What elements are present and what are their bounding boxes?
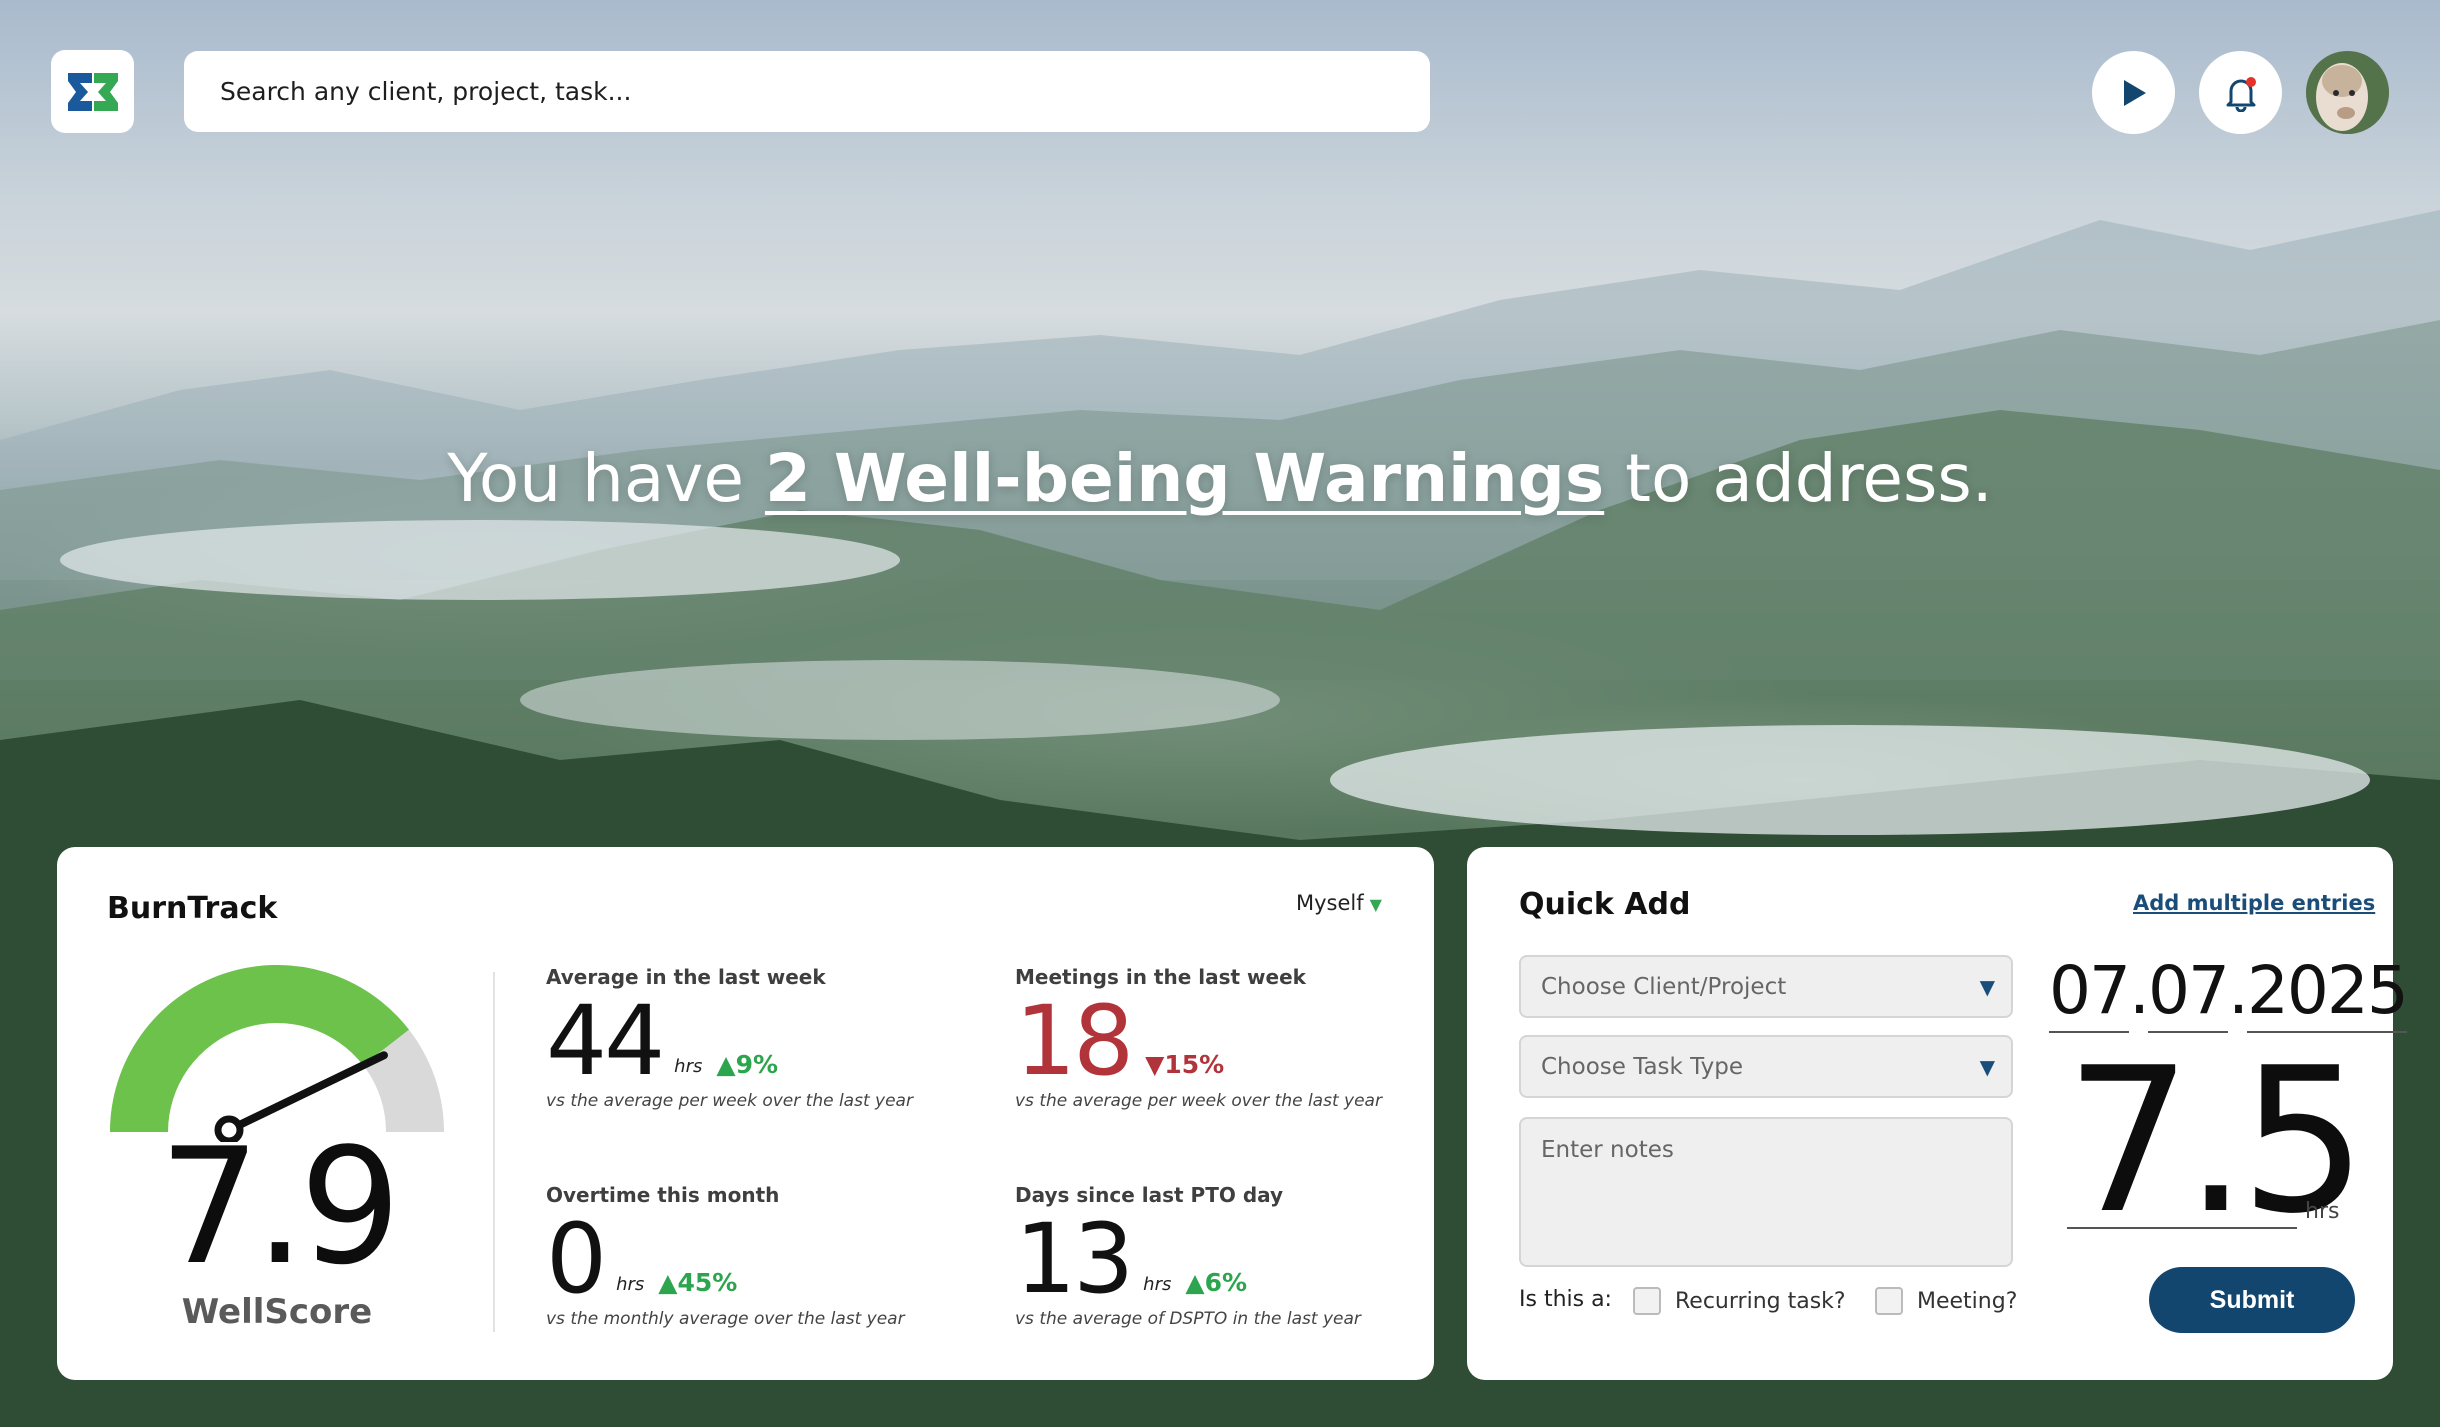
submit-button[interactable]: Submit xyxy=(2149,1267,2355,1333)
down-arrow-icon: ▼ xyxy=(1145,1050,1165,1079)
headline-suffix: to address. xyxy=(1604,440,1993,517)
stat-label: Overtime this month xyxy=(546,1183,780,1207)
stat-delta: ▲6% xyxy=(1185,1268,1247,1297)
user-filter-dropdown[interactable]: Myself ▼ xyxy=(1296,891,1382,915)
stat-value: 44 xyxy=(546,985,665,1097)
up-arrow-icon: ▲ xyxy=(658,1268,678,1297)
stat-delta-value: 9% xyxy=(735,1050,779,1079)
date-year[interactable]: 2025 xyxy=(2246,952,2409,1033)
stat-average-week: Average in the last week 44 hrs ▲9% vs t… xyxy=(546,965,966,1111)
stat-unit: hrs xyxy=(1143,1274,1172,1295)
entry-date[interactable]: 07.07.2025 xyxy=(2049,952,2409,1033)
stat-value: 13 xyxy=(1015,1203,1134,1315)
stat-delta-value: 15% xyxy=(1164,1050,1225,1079)
wellscore-label: WellScore xyxy=(181,1292,373,1332)
avatar[interactable] xyxy=(2306,51,2389,134)
stat-note: vs the average of DSPTO in the last year xyxy=(1015,1309,1361,1329)
date-day[interactable]: 07 xyxy=(2049,952,2131,1033)
stat-unit: hrs xyxy=(616,1274,645,1295)
stat-delta-value: 6% xyxy=(1204,1268,1248,1297)
bell-icon xyxy=(2226,76,2256,112)
divider xyxy=(493,972,495,1332)
notes-placeholder: Enter notes xyxy=(1541,1137,1674,1163)
stat-note: vs the average per week over the last ye… xyxy=(1015,1091,1382,1111)
client-project-placeholder: Choose Client/Project xyxy=(1541,973,1787,1000)
app-logo-icon xyxy=(67,72,118,111)
play-icon xyxy=(2123,79,2146,106)
client-project-select[interactable]: Choose Client/Project ▼ xyxy=(1519,955,2013,1018)
hours-unit: hrs xyxy=(2305,1199,2340,1224)
notifications-button[interactable] xyxy=(2199,51,2282,134)
add-multiple-entries-link[interactable]: Add multiple entries xyxy=(2133,891,2375,915)
hours-underline xyxy=(2067,1227,2297,1229)
stat-days-since-pto: Days since last PTO day 13 hrs ▲6% vs th… xyxy=(1015,1183,1435,1329)
task-type-placeholder: Choose Task Type xyxy=(1541,1053,1744,1080)
avatar-image xyxy=(2306,51,2389,134)
stat-meetings-week: Meetings in the last week 18 ▼15% vs the… xyxy=(1015,965,1435,1111)
checkbox-box[interactable] xyxy=(1633,1287,1661,1315)
stat-delta: ▲9% xyxy=(716,1050,778,1079)
stat-delta: ▼15% xyxy=(1145,1050,1224,1079)
recurring-task-label: Recurring task? xyxy=(1675,1288,1846,1314)
task-type-select[interactable]: Choose Task Type ▼ xyxy=(1519,1035,2013,1098)
date-separator: . xyxy=(2227,952,2249,1029)
stat-value: 0 xyxy=(546,1203,607,1315)
quick-add-title: Quick Add xyxy=(1519,887,1691,922)
stat-delta-value: 45% xyxy=(677,1268,738,1297)
entry-type-label: Is this a: xyxy=(1519,1287,1612,1312)
stat-note: vs the monthly average over the last yea… xyxy=(546,1309,905,1329)
chevron-down-icon: ▼ xyxy=(1979,1054,1995,1079)
stat-unit: hrs xyxy=(674,1056,703,1077)
headline-prefix: You have xyxy=(447,440,765,517)
wellbeing-headline: You have 2 Well-being Warnings to addres… xyxy=(0,440,2440,517)
up-arrow-icon: ▲ xyxy=(1185,1268,1205,1297)
burntrack-card: BurnTrack Myself ▼ 7.9 WellScore Average … xyxy=(57,847,1434,1380)
wellscore-value: 7.9 xyxy=(158,1113,401,1300)
burntrack-title: BurnTrack xyxy=(107,891,278,926)
quick-add-card: Quick Add Add multiple entries Choose Cl… xyxy=(1467,847,2409,1380)
wellbeing-warnings-link[interactable]: 2 Well-being Warnings xyxy=(765,440,1604,517)
checkbox-box[interactable] xyxy=(1875,1287,1903,1315)
stat-delta: ▲45% xyxy=(658,1268,737,1297)
date-month[interactable]: 07 xyxy=(2147,952,2230,1033)
app-logo[interactable] xyxy=(51,50,134,133)
up-arrow-icon: ▲ xyxy=(716,1050,736,1079)
chevron-down-icon: ▼ xyxy=(1369,895,1382,914)
date-separator: . xyxy=(2128,952,2150,1029)
chevron-down-icon: ▼ xyxy=(1979,974,1995,999)
notes-field[interactable]: Enter notes xyxy=(1519,1117,2013,1267)
play-button[interactable] xyxy=(2092,51,2175,134)
search-input[interactable] xyxy=(184,51,1430,132)
user-filter-value: Myself xyxy=(1296,891,1364,915)
meeting-checkbox[interactable]: Meeting? xyxy=(1875,1287,2017,1315)
stat-overtime-month: Overtime this month 0 hrs ▲45% vs the mo… xyxy=(546,1183,966,1329)
recurring-task-checkbox[interactable]: Recurring task? xyxy=(1633,1287,1846,1315)
stat-note: vs the average per week over the last ye… xyxy=(546,1091,913,1111)
stat-value: 18 xyxy=(1015,985,1134,1097)
meeting-label: Meeting? xyxy=(1917,1288,2018,1314)
